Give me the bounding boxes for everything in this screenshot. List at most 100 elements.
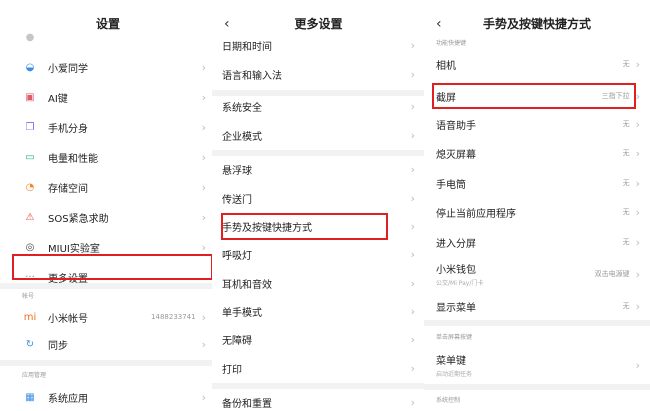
list-item-ai-key[interactable]: ▣ AI键 ›: [0, 82, 216, 112]
chevron-right-icon: ›: [410, 248, 415, 261]
list-item-more-settings[interactable]: 日期和时间 ›: [212, 32, 425, 59]
sos-icon: ⚠: [25, 211, 35, 223]
chevron-right-icon: ›: [201, 240, 206, 254]
list-item-label: 企业模式: [222, 132, 262, 143]
section-label-account: 帐号: [22, 293, 35, 300]
shortcut-label-group: 停止当前应用程序: [436, 205, 623, 220]
chevron-right-icon: ›: [410, 305, 415, 318]
list-item-label: AI键: [48, 93, 68, 105]
list-item-sync[interactable]: ↻ 同步 ›: [0, 329, 216, 359]
list-item-storage[interactable]: ◔ 存储空间 ›: [0, 172, 216, 202]
shortcut-subtitle: 公交/Mi Pay/门卡: [436, 280, 484, 287]
chevron-right-icon: ›: [410, 192, 415, 205]
list-item-more-settings[interactable]: 无障碍 ›: [212, 326, 425, 353]
section-divider: [424, 320, 650, 326]
list-item-label: SOS紧急求助: [48, 213, 109, 225]
shortcut-row[interactable]: 手电筒 无 ›: [424, 169, 650, 197]
list-item-more-settings[interactable]: 语言和输入法 ›: [212, 61, 425, 88]
chevron-right-icon: ›: [410, 333, 415, 346]
section-divider: [0, 360, 216, 366]
section-label-apps: 应用管理: [22, 372, 47, 379]
list-item-apps-grid[interactable]: ▦ 系统应用 ›: [0, 382, 216, 411]
list-item-xiaoai[interactable]: ◒ 小爱同学 ›: [0, 52, 216, 82]
chevron-right-icon: ›: [410, 100, 415, 113]
shortcut-value: 无: [622, 120, 630, 128]
shortcut-value: 无: [622, 149, 630, 157]
lab-icon: ◎: [25, 241, 35, 253]
list-item-label: 悬浮球: [222, 166, 252, 177]
list-item-label: MIUI实验室: [48, 243, 100, 255]
list-item-sos[interactable]: ⚠ SOS紧急求助 ›: [0, 202, 216, 232]
chevron-right-icon: ›: [201, 150, 206, 164]
list-item-mi[interactable]: mi 小米帐号 1488233741 ›: [0, 302, 216, 332]
shortcut-value: 无: [622, 302, 630, 310]
shortcut-value: 无: [622, 238, 630, 246]
shortcut-label: 熄灭屏幕: [436, 149, 476, 161]
highlight-screenshot: [432, 83, 636, 109]
list-item-more-settings[interactable]: 单手模式 ›: [212, 298, 425, 325]
shortcut-label-group: 显示菜单: [436, 299, 623, 314]
section-label-single-tap: 单击屏幕按键: [436, 334, 473, 341]
chevron-right-icon: ›: [410, 68, 415, 81]
list-item-label: 单手模式: [222, 308, 262, 319]
list-item-partial[interactable]: ●: [0, 30, 216, 44]
list-item-battery[interactable]: ▭ 电量和性能 ›: [0, 142, 216, 172]
shortcut-label-group: 相机: [436, 57, 623, 72]
chevron-right-icon: ›: [410, 220, 415, 233]
gesture-shortcuts-panel: ‹ 手势及按键快捷方式 功能快捷键 相机无 › 截屏 三指下拉 › 语音助手无 › 熄灭屏幕无…: [424, 0, 650, 411]
shortcut-label: 小米钱包: [436, 265, 476, 276]
list-item-more-settings[interactable]: 系统安全 ›: [212, 93, 425, 120]
list-item-label: 存储空间: [48, 183, 88, 195]
list-item-more-settings[interactable]: 呼吸灯 ›: [212, 241, 425, 268]
chevron-right-icon: ›: [201, 390, 206, 404]
chevron-right-icon: ›: [635, 146, 640, 160]
menu-key-row[interactable]: 菜单键 启动近期任务 ›: [424, 348, 650, 382]
screen: 设置 ● ◒ 小爱同学 › ▣ AI键 › ❐ 手机分身 › ▭ 电量和性能 › ◔ 存储空间 › ⚠ SOS紧…: [0, 0, 650, 411]
section-divider: [424, 384, 650, 390]
shortcut-row[interactable]: 显示菜单 无 ›: [424, 292, 650, 320]
shortcut-row[interactable]: 熄灭屏幕 无 ›: [424, 139, 650, 167]
shortcut-row[interactable]: 小米钱包 公交/Mi Pay/门卡 双击电源键 ›: [424, 258, 650, 290]
list-item-dual-phone[interactable]: ❐ 手机分身 ›: [0, 112, 216, 142]
chevron-right-icon: ›: [410, 277, 415, 290]
settings-panel: 设置 ● ◒ 小爱同学 › ▣ AI键 › ❐ 手机分身 › ▭ 电量和性能 › ◔ 存储空间 › ⚠ SOS紧…: [0, 0, 216, 411]
more-settings-panel: ‹ 更多设置 日期和时间 › 语言和输入法 › 系统安全 › 企业模式 › 悬浮球 › 传送门 › 手势…: [212, 0, 425, 411]
menu-key-label: 菜单键: [436, 356, 466, 367]
list-item-label: 小爱同学: [48, 63, 88, 75]
chevron-right-icon: ›: [410, 129, 415, 142]
xiaoai-icon: ◒: [25, 61, 35, 73]
shortcut-label-group: 小米钱包公交/Mi Pay/门卡: [436, 261, 595, 287]
chevron-right-icon: ›: [201, 210, 206, 224]
partial-icon: ●: [25, 31, 35, 43]
shortcut-label-group: 语音助手: [436, 117, 623, 132]
shortcut-label: 停止当前应用程序: [436, 208, 516, 220]
shortcut-row[interactable]: 相机 无 ›: [424, 50, 650, 78]
page-title: 更多设置: [294, 17, 343, 31]
shortcut-row[interactable]: 停止当前应用程序 无 ›: [424, 198, 650, 226]
list-item-more-settings[interactable]: 传送门 ›: [212, 185, 425, 212]
list-item-label: 备份和重置: [222, 399, 272, 410]
list-item-more-settings[interactable]: 打印 ›: [212, 355, 425, 382]
chevron-right-icon: ›: [410, 362, 415, 375]
mi-icon: mi: [23, 311, 37, 323]
list-item-label: 呼吸灯: [222, 251, 252, 262]
shortcut-row[interactable]: 进入分屏 无 ›: [424, 228, 650, 256]
chevron-right-icon: ›: [201, 310, 206, 324]
list-item-more-settings[interactable]: 悬浮球 ›: [212, 156, 425, 183]
list-item-more-settings[interactable]: 耳机和音效 ›: [212, 270, 425, 297]
shortcut-label: 语音助手: [436, 120, 476, 132]
chevron-right-icon: ›: [635, 57, 640, 71]
chevron-right-icon: ›: [635, 117, 640, 131]
shortcut-value: 双击电源键: [594, 270, 630, 278]
list-item-label: 日期和时间: [222, 42, 272, 53]
list-item-label: 电量和性能: [48, 153, 98, 165]
list-item-label: 手机分身: [48, 123, 88, 135]
shortcut-row[interactable]: 语音助手 无 ›: [424, 110, 650, 138]
list-item-more-settings[interactable]: 企业模式 ›: [212, 122, 425, 149]
shortcut-label: 手电筒: [436, 179, 466, 191]
dual-phone-icon: ❐: [25, 121, 35, 133]
list-item-label: 打印: [222, 365, 242, 376]
list-item-more-settings[interactable]: 备份和重置 ›: [212, 389, 425, 411]
chevron-right-icon: ›: [410, 39, 415, 52]
list-item-label: 耳机和音效: [222, 280, 272, 291]
